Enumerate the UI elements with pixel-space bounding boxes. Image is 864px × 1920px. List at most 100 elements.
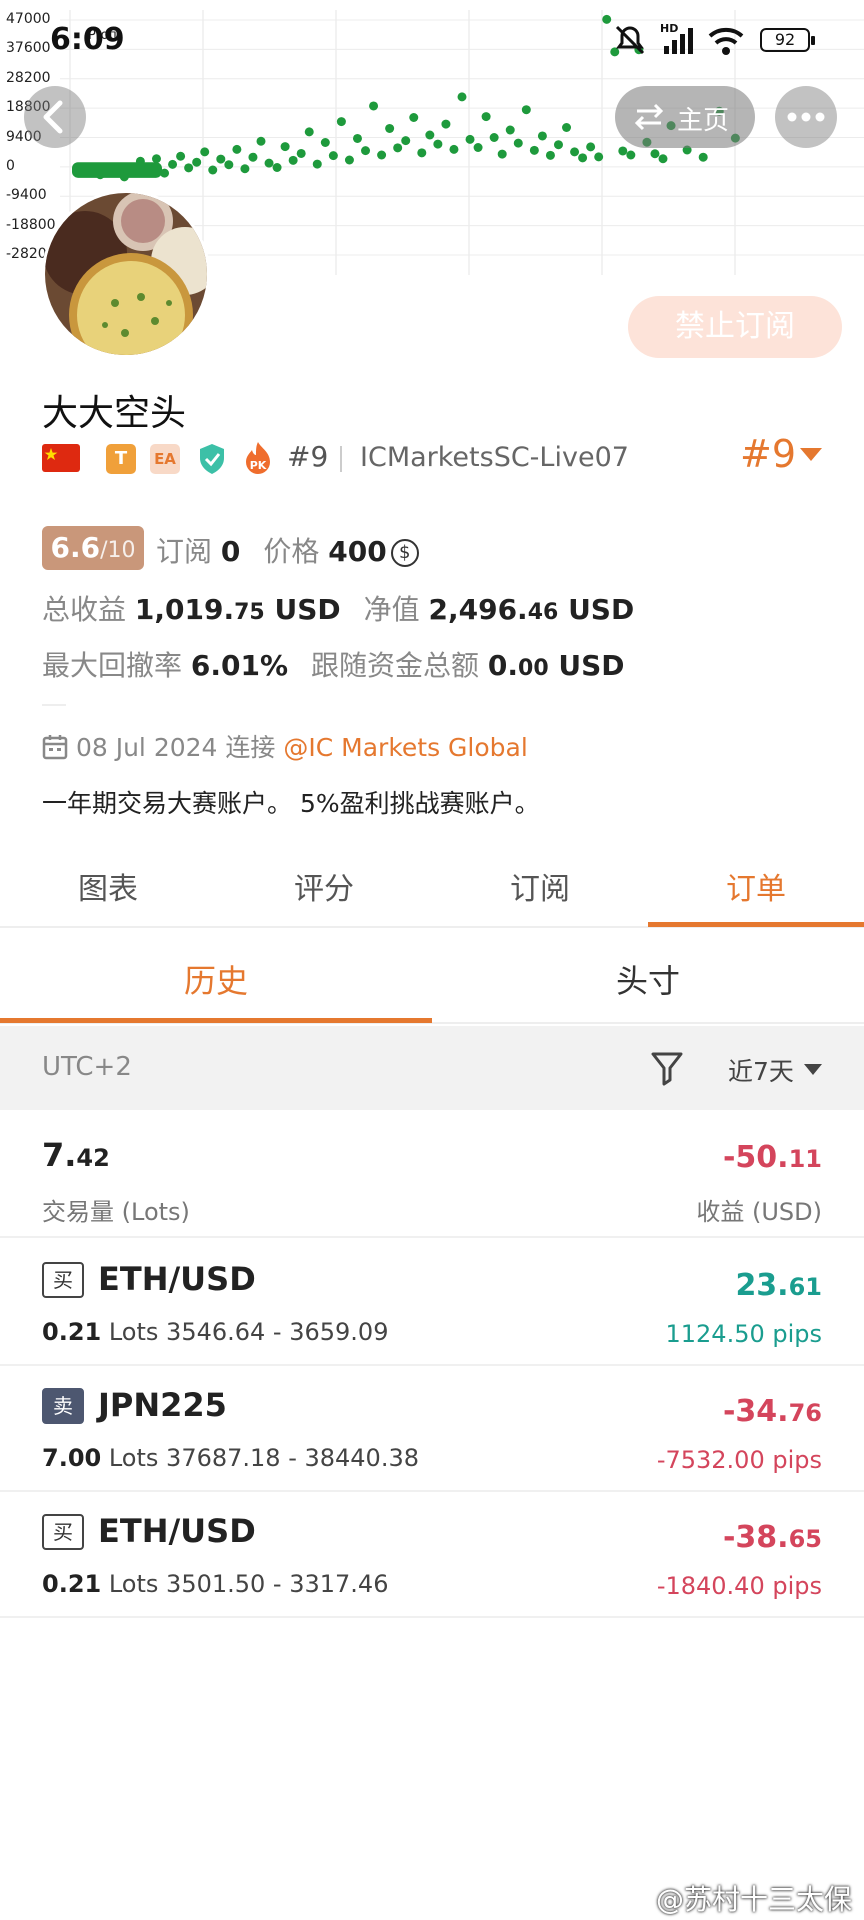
tab-orders[interactable]: 订单 bbox=[648, 864, 864, 908]
lots-unit: Lots bbox=[108, 1444, 159, 1472]
scatter-point bbox=[562, 123, 572, 132]
y-tick-label: -9400 bbox=[6, 187, 47, 204]
date-range-value: 近7天 bbox=[728, 1057, 794, 1086]
scatter-point bbox=[545, 150, 555, 160]
buy-badge: 买 bbox=[42, 1514, 84, 1550]
scatter-point bbox=[200, 147, 210, 157]
scatter-point bbox=[409, 113, 419, 122]
home-button[interactable]: 主页 bbox=[615, 86, 755, 148]
battery-indicator: 92 bbox=[760, 28, 815, 52]
follow-funds-value: 0.00 USD bbox=[487, 649, 625, 682]
follow-funds-label: 跟随资金总额 bbox=[310, 649, 479, 682]
scatter-point bbox=[425, 130, 435, 140]
subscription-stats: 订阅 0 价格 400 $ bbox=[156, 530, 419, 570]
scatter-point bbox=[417, 148, 427, 158]
scatter-point bbox=[529, 145, 539, 155]
scatter-point bbox=[272, 163, 282, 172]
scatter-point bbox=[344, 155, 354, 165]
scatter-point bbox=[570, 147, 580, 157]
scatter-point bbox=[224, 160, 234, 170]
connect-label: 连接 bbox=[225, 733, 276, 762]
scatter-point bbox=[304, 127, 314, 137]
scatter-point bbox=[288, 155, 298, 165]
scatter-point bbox=[336, 117, 346, 127]
calendar-icon bbox=[42, 735, 68, 760]
score-value: 6.6 bbox=[50, 531, 101, 564]
scatter-point bbox=[393, 143, 403, 153]
order-prices: 37687.18 - 38440.38 bbox=[166, 1444, 419, 1472]
order-detail: 0.21 Lots 3546.64 - 3659.09 bbox=[42, 1318, 388, 1346]
scatter-point bbox=[626, 150, 636, 160]
subtab-positions[interactable]: 头寸 bbox=[432, 956, 864, 1002]
order-row[interactable]: 卖 JPN225 7.00 Lots 37687.18 - 38440.38 -34.… bbox=[0, 1366, 864, 1492]
scatter-point bbox=[160, 168, 170, 178]
scatter-point bbox=[594, 152, 604, 162]
order-pips: 1124.50 pips bbox=[665, 1320, 822, 1348]
tab-subscription[interactable]: 订阅 bbox=[432, 864, 648, 908]
scatter-point bbox=[457, 92, 467, 102]
scatter-point bbox=[320, 138, 330, 147]
scatter-point bbox=[465, 134, 475, 144]
order-lots: 7.00 bbox=[42, 1444, 102, 1472]
scatter-point bbox=[119, 172, 129, 182]
volume-value: 7.42 bbox=[42, 1136, 110, 1174]
avatar[interactable] bbox=[42, 190, 210, 358]
scatter-point bbox=[79, 166, 89, 176]
tab-rating[interactable]: 评分 bbox=[216, 864, 432, 908]
tab-chart[interactable]: 图表 bbox=[0, 864, 216, 908]
scatter-point bbox=[377, 150, 387, 160]
subtab-history[interactable]: 历史 bbox=[0, 956, 432, 1002]
order-symbol: ETH/USD bbox=[98, 1512, 256, 1550]
shield-check-icon bbox=[196, 442, 228, 480]
scatter-point bbox=[192, 157, 202, 167]
scatter-point bbox=[489, 133, 499, 142]
score-badge: 6.6/10 bbox=[42, 526, 144, 570]
broker-link[interactable]: @IC Markets Global bbox=[283, 733, 527, 762]
mute-icon bbox=[612, 22, 648, 62]
y-tick-label: 0 bbox=[6, 157, 15, 174]
scatter-point bbox=[143, 163, 153, 173]
scatter-point bbox=[481, 112, 491, 122]
caret-down-icon bbox=[800, 448, 822, 461]
scatter-point bbox=[497, 149, 507, 159]
svg-text:PK: PK bbox=[250, 459, 267, 472]
caret-down-icon bbox=[804, 1064, 822, 1075]
active-tab-indicator bbox=[648, 922, 864, 927]
filter-bar: UTC+2 近7天 bbox=[0, 1026, 864, 1110]
badge-t: T bbox=[106, 444, 136, 474]
order-pl: 23.61 bbox=[735, 1268, 822, 1303]
badge-ea: EA bbox=[150, 444, 180, 474]
scatter-point bbox=[256, 136, 266, 146]
china-flag-icon bbox=[42, 444, 80, 472]
total-profit-label: 总收益 bbox=[42, 593, 127, 626]
y-tick-label: -18800 bbox=[6, 216, 56, 233]
pk-flame-icon: PK bbox=[242, 440, 274, 480]
currency-coin-icon: $ bbox=[390, 539, 419, 567]
rank-label: #9 bbox=[287, 440, 329, 473]
order-row[interactable]: 买 ETH/USD 0.21 Lots 3501.50 - 3317.46 -38.6… bbox=[0, 1492, 864, 1618]
buy-badge: 买 bbox=[42, 1262, 84, 1298]
scatter-point bbox=[232, 144, 242, 154]
watermark: @苏村十三太保 bbox=[655, 1883, 852, 1916]
scatter-point bbox=[401, 136, 411, 146]
more-button[interactable] bbox=[775, 86, 837, 148]
order-pl: -38.65 bbox=[722, 1520, 822, 1555]
order-row[interactable]: 买 ETH/USD 0.21 Lots 3546.64 - 3659.09 23.61… bbox=[0, 1240, 864, 1366]
scatter-point bbox=[296, 148, 306, 158]
total-profit-value: 1,019.75 USD bbox=[134, 593, 341, 626]
filter-icon[interactable] bbox=[650, 1050, 684, 1090]
price-label: 价格 bbox=[263, 535, 320, 568]
order-detail: 7.00 Lots 37687.18 - 38440.38 bbox=[42, 1444, 419, 1472]
order-pips: -1840.40 pips bbox=[656, 1572, 822, 1600]
divider bbox=[42, 704, 66, 706]
scatter-point bbox=[513, 138, 523, 148]
scatter-point bbox=[553, 140, 563, 150]
score-denominator: /10 bbox=[100, 538, 136, 563]
scatter-point bbox=[698, 152, 708, 162]
food-photo bbox=[45, 193, 207, 355]
subscribe-disabled-button[interactable]: 禁止订阅 bbox=[628, 296, 842, 358]
divider bbox=[340, 446, 342, 472]
back-button[interactable] bbox=[24, 86, 86, 148]
y-tick-label: 37600 bbox=[6, 40, 51, 57]
drawdown-label: 最大回撤率 bbox=[42, 649, 183, 682]
